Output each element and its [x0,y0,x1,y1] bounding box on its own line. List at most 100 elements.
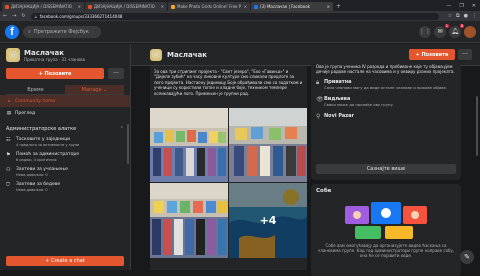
post-text: За ова три стрипинг пројекта - "Свет јез… [154,69,303,96]
classroom-photo [229,108,307,182]
flag-icon: ⚑ [6,152,11,158]
tab-manage[interactable]: Manage ⌄ [65,85,124,94]
rooms-description: Собе вам омогућавају да организујете вид… [317,243,455,258]
url-field[interactable]: 🔒︎ facebook.com/groups/333366271414048 [30,12,439,20]
sidebar-scrollbar[interactable] [127,124,129,164]
address-bar-row: ← → ↻ 🔒︎ facebook.com/groups/333366271414… [0,11,480,21]
about-row-visible: 👁︎ Видљива Свако може да пронађе ову групу… [316,96,394,107]
about-row-location: ⚲ Novi Pazar [316,112,354,120]
bell-icon: 🔔︎ [451,28,459,35]
group-avatar[interactable]: 🌼︎ [150,48,162,61]
create-chat-button[interactable]: + Create a chat [6,256,124,266]
account-avatar[interactable] [464,25,476,38]
facebook-logo-icon[interactable]: f [5,24,19,39]
admin-item-requests[interactable]: ⛉ Захтеви за бедеве Нема довољно: 0 [0,180,130,195]
group-sidebar: 🌼︎ Маслачак Приватна група · 31 чланова … [0,44,131,270]
extensions-icon[interactable]: ⧉ [456,13,460,19]
group-top-bar: 🌼︎ Маслачак + Позовите ··· [131,44,480,66]
sidebar-item-community-home[interactable]: ⌂ Community home [0,95,130,107]
sidebar-group-meta: Приватна група · 31 чланова [24,56,86,62]
menu-grid-button[interactable]: ⋮⋮ [419,25,431,38]
browser-tools: ☆ ⧉ ● ⋮ [448,13,477,19]
tab-timeline[interactable]: Време [6,85,65,94]
chevron-up-icon: ⌃ [119,126,124,132]
rooms-card: Собе Собе вам омогућавају да организујет… [311,184,461,276]
close-window-button[interactable]: ✕ [472,3,476,9]
post-photo[interactable] [229,108,307,182]
sidebar-group-name[interactable]: Маслачак [24,49,85,57]
group-title[interactable]: Маслачак [167,51,207,59]
more-photos-overlay: +4 [229,183,307,258]
rooms-heading: Собе [316,188,332,194]
scrollbar-thumb[interactable] [476,96,478,156]
favicon-icon [171,4,175,9]
more-options-button[interactable]: ··· [458,49,472,60]
admin-item-member-requests[interactable]: ⚇ Захтеви за учлањење Нема довољно: 0 [0,165,130,180]
post-photo[interactable] [150,108,228,182]
right-column: Ово је група ученика IV разреда и пребив… [307,64,480,276]
browser-tab[interactable]: ДИЗАЈНАЦИЈА / DISSEMINATIO × [85,2,167,11]
eye-icon: 👁︎ [316,96,324,103]
people-icon: ⚇ [6,167,11,173]
new-tab-button[interactable]: + [336,3,341,10]
browser-tab-bar: ДИЗАЈНАЦИЈА / DISSEMINATIO × ДИЗАЈНАЦИЈА … [0,0,480,11]
location-pin-icon: ⚲ [316,112,321,120]
notifications-badge: 8 [459,23,464,28]
grid-icon: ⋮⋮ [419,28,431,35]
admin-tools-heading[interactable]: Администраторске алатке ⌃ [0,123,130,135]
close-icon[interactable]: × [325,4,330,9]
messenger-badge: 1 [444,23,449,28]
facebook-top-nav: f ⌕ Претражите Фејсбук ⋮⋮ ✉ 1 🔔︎ 8 [0,21,480,43]
about-intro: Ово је група ученика IV разреда и пребив… [316,64,455,75]
lock-icon: 🔒︎ [34,13,37,19]
notifications-button[interactable]: 🔔︎ 8 [449,23,464,38]
group-avatar[interactable]: 🌼︎ [6,48,20,62]
about-card: Ово је група ученика IV разреда и пребив… [311,64,461,180]
post-photo-grid: +4 [150,108,307,258]
tasks-icon: ☷ [6,137,11,143]
post-photo[interactable] [150,183,228,258]
sidebar-invite-row: + Позовите ··· [0,68,130,79]
learn-more-button[interactable]: Сазнајте више [316,164,456,174]
back-icon[interactable]: ← [3,13,7,19]
more-options-button[interactable]: ··· [108,68,124,79]
maximize-button[interactable]: ❐ [459,3,463,9]
search-icon: ⌕ [28,28,31,35]
admin-item-admin-assist[interactable]: ⚑ Помоћ за администраторе 6 радњи, 4 крити… [0,150,130,165]
browser-tab[interactable]: ДИЗАЈНАЦИЈА / DISSEMINATIO × [2,2,84,11]
shield-icon: ⛉ [6,182,10,188]
topbar-actions: + Позовите ··· [409,49,480,60]
browser-tab[interactable]: Make Photo Grids Online! Free P × [168,2,250,11]
reload-icon[interactable]: ↻ [21,13,25,19]
nav-right-controls: ⋮⋮ ✉ 1 🔔︎ 8 [419,23,480,38]
close-icon[interactable]: × [242,4,247,9]
sidebar-item-overview[interactable]: ▤ Преглед [0,107,130,119]
classroom-photo [150,183,228,258]
forward-icon[interactable]: → [12,13,16,19]
home-icon: ⌂ [7,98,11,104]
profile-icon[interactable]: ● [464,13,468,19]
minimize-button[interactable]: — [446,3,451,9]
rooms-illustration [341,200,431,240]
post-photo-more[interactable]: +4 [229,183,307,258]
new-message-button[interactable]: ✎ [460,250,474,264]
invite-button[interactable]: + Позовите [409,49,455,60]
about-row-private: 🔒︎ Приватна Само чланови могу да виде оста… [316,79,447,91]
close-icon[interactable]: × [76,4,81,9]
close-icon[interactable]: × [159,4,164,9]
browser-tab-active[interactable]: (3) Маслачак | Facebook × [251,2,333,11]
invite-button[interactable]: + Позовите [6,68,104,79]
admin-item-community-tasks[interactable]: ☷ Тaсковите у зajедници 4 предлога за акти… [0,135,130,150]
compose-icon: ✎ [464,253,470,261]
favicon-icon [88,4,92,9]
overview-icon: ▤ [6,110,12,116]
main-content: 🌼︎ Маслачак + Позовите ··· За ова три ст… [131,44,480,276]
sidebar-tabs: Време Manage ⌄ [6,85,124,95]
messenger-button[interactable]: ✉ 1 [434,23,449,38]
feed-post: За ова три стрипинг пројекта - "Свет јез… [150,66,307,270]
right-scrollbar[interactable] [475,66,478,270]
star-icon[interactable]: ☆ [448,13,452,19]
facebook-search-input[interactable]: ⌕ Претражите Фејсбук [23,25,101,38]
lock-icon: 🔒︎ [316,79,320,87]
menu-icon[interactable]: ⋮ [472,13,477,19]
